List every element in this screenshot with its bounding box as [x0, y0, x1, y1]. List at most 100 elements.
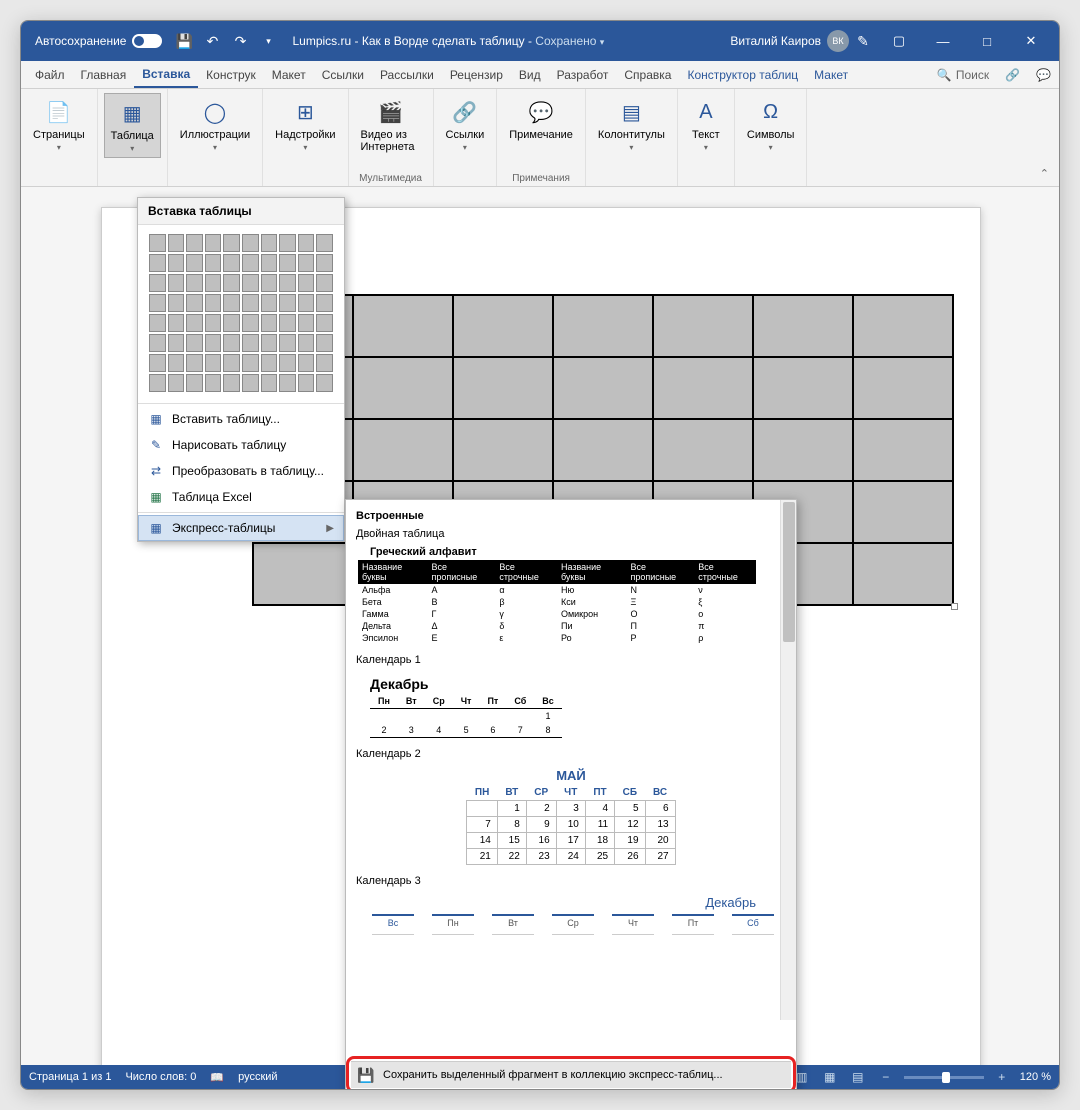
page-icon: 📄 [44, 97, 74, 127]
tab-layout[interactable]: Макет [264, 61, 314, 88]
ribbon-tabs: Файл Главная Вставка Конструк Макет Ссыл… [21, 61, 1059, 89]
shapes-icon: ◯ [200, 97, 230, 127]
double-table-item[interactable]: Двойная таблица [354, 526, 788, 544]
quick-tables-gallery: Встроенные Двойная таблица Греческий алф… [345, 499, 797, 1090]
insert-table-item[interactable]: ▦Вставить таблицу... [138, 406, 344, 432]
minimize-button[interactable]: — [921, 21, 965, 61]
calendar1-item[interactable]: Календарь 1 [354, 652, 788, 670]
user-name: Виталий Каиров [730, 34, 821, 48]
tab-view[interactable]: Вид [511, 61, 549, 88]
tab-insert[interactable]: Вставка [134, 61, 198, 88]
draw-table-item[interactable]: ✎Нарисовать таблицу [138, 432, 344, 458]
calendar2-item[interactable]: Календарь 2 [354, 746, 788, 764]
autosave-label: Автосохранение [35, 34, 126, 48]
calendar2-preview[interactable]: МАЙ ПНВТСРЧТПТСБВС1234567891011121314151… [358, 766, 784, 865]
gallery-scrollbar[interactable] [780, 500, 796, 1020]
document-title: Lumpics.ru - Как в Ворде сделать таблицу… [292, 34, 604, 48]
word-count[interactable]: Число слов: 0 [125, 1071, 196, 1083]
greek-title: Греческий алфавит [358, 546, 784, 558]
language-indicator[interactable]: русский [238, 1071, 277, 1083]
close-button[interactable]: ✕ [1009, 21, 1053, 61]
comments-group-label: Примечания [512, 171, 570, 184]
ribbon-display-icon[interactable]: ▢ [877, 21, 921, 61]
double-table-preview[interactable]: Греческий алфавит Название буквыВсе проп… [358, 546, 784, 644]
calendar1-preview[interactable]: Декабрь ПнВтСрЧтПтСбВс 12345678 [358, 672, 784, 738]
avatar-icon: ВК [827, 30, 849, 52]
calendar3-item[interactable]: Календарь 3 [354, 873, 788, 891]
pencil-icon: ✎ [148, 437, 164, 453]
tab-file[interactable]: Файл [27, 61, 73, 88]
textbox-icon: A [691, 97, 721, 127]
table-icon: ▦ [117, 98, 147, 128]
header-icon: ▤ [616, 97, 646, 127]
illustrations-button[interactable]: ◯Иллюстрации▾ [174, 93, 256, 156]
selection-handle-icon[interactable] [951, 603, 958, 610]
search-box[interactable]: 🔍Поиск [929, 61, 997, 88]
drawing-icon[interactable]: ✎ [849, 27, 877, 55]
save-icon: 💾 [357, 1066, 375, 1084]
online-video-button[interactable]: 🎬Видео из Интернета [355, 93, 427, 157]
qat-dropdown-icon[interactable]: ▾ [254, 27, 282, 55]
maximize-button[interactable]: □ [965, 21, 1009, 61]
autosave-toggle[interactable]: Автосохранение [27, 34, 170, 48]
page-indicator[interactable]: Страница 1 из 1 [29, 1071, 111, 1083]
comment-button[interactable]: 💬Примечание [503, 93, 579, 145]
web-view-icon[interactable]: ▤ [848, 1068, 868, 1086]
table-button[interactable]: ▦Таблица▾ [104, 93, 161, 158]
links-button[interactable]: 🔗Ссылки▾ [440, 93, 491, 156]
menu-title: Вставка таблицы [138, 198, 344, 225]
cal2-month: МАЙ [358, 766, 784, 785]
submenu-arrow-icon: ▶ [326, 523, 334, 534]
zoom-in-button[interactable]: + [992, 1068, 1012, 1086]
tab-table-design[interactable]: Конструктор таблиц [679, 61, 806, 88]
builtin-category: Встроенные [354, 506, 788, 526]
convert-icon: ⇄ [148, 463, 164, 479]
tab-design[interactable]: Конструк [198, 61, 264, 88]
save-to-gallery-item[interactable]: 💾 Сохранить выделенный фрагмент в коллек… [351, 1061, 791, 1088]
print-view-icon[interactable]: ▦ [820, 1068, 840, 1086]
zoom-slider[interactable] [904, 1076, 984, 1079]
save-icon[interactable]: 💾 [170, 27, 198, 55]
ribbon: 📄Страницы▾ ▦Таблица▾ ◯Иллюстрации▾ ⊞Надс… [21, 89, 1059, 187]
titlebar: Автосохранение 💾 ↶ ↷ ▾ Lumpics.ru - Как … [21, 21, 1059, 61]
comment-icon: 💬 [526, 97, 556, 127]
table-icon: ▦ [148, 411, 164, 427]
pages-button[interactable]: 📄Страницы▾ [27, 93, 91, 156]
tab-developer[interactable]: Разработ [549, 61, 617, 88]
cal3-month: Декабрь [358, 893, 784, 914]
media-group-label: Мультимедиа [359, 171, 422, 184]
spellcheck-icon[interactable]: 📖 [210, 1071, 224, 1084]
tab-home[interactable]: Главная [73, 61, 135, 88]
toggle-switch-icon [132, 34, 162, 48]
addins-button[interactable]: ⊞Надстройки▾ [269, 93, 341, 156]
excel-icon: ▦ [148, 489, 164, 505]
convert-table-item[interactable]: ⇄Преобразовать в таблицу... [138, 458, 344, 484]
save-to-gallery-label: Сохранить выделенный фрагмент в коллекци… [383, 1069, 723, 1081]
quick-tables-icon: ▦ [148, 520, 164, 536]
calendar3-preview[interactable]: Декабрь ВсПнВтСрЧтПтСб [358, 893, 784, 928]
tab-help[interactable]: Справка [616, 61, 679, 88]
tab-mailings[interactable]: Рассылки [372, 61, 442, 88]
zoom-out-button[interactable]: − [876, 1068, 896, 1086]
excel-table-item[interactable]: ▦Таблица Excel [138, 484, 344, 510]
undo-icon[interactable]: ↶ [198, 27, 226, 55]
symbols-button[interactable]: ΩСимволы▾ [741, 93, 801, 156]
tab-review[interactable]: Рецензир [442, 61, 511, 88]
comments-button[interactable]: 💬 [1028, 61, 1059, 88]
table-grid-picker[interactable]: /*grid built below*/ [138, 225, 344, 401]
headerfooter-button[interactable]: ▤Колонтитулы▾ [592, 93, 671, 156]
user-account[interactable]: Виталий Каиров ВК [730, 30, 849, 52]
tab-table-layout[interactable]: Макет [806, 61, 856, 88]
share-button[interactable]: 🔗 [997, 61, 1028, 88]
table-dropdown-menu: Вставка таблицы /*grid built below*/ ▦Вс… [137, 197, 345, 542]
omega-icon: Ω [756, 97, 786, 127]
save-selection-highlight: 💾 Сохранить выделенный фрагмент в коллек… [346, 1056, 796, 1090]
redo-icon[interactable]: ↷ [226, 27, 254, 55]
search-icon: 🔍 [937, 68, 952, 82]
tab-references[interactable]: Ссылки [314, 61, 372, 88]
cal1-month: Декабрь [358, 672, 784, 694]
zoom-level[interactable]: 120 % [1020, 1071, 1051, 1083]
quick-tables-item[interactable]: ▦Экспресс-таблицы▶ [138, 515, 344, 541]
text-button[interactable]: AТекст▾ [684, 93, 728, 156]
collapse-ribbon-icon[interactable]: ⌃ [1030, 161, 1059, 186]
